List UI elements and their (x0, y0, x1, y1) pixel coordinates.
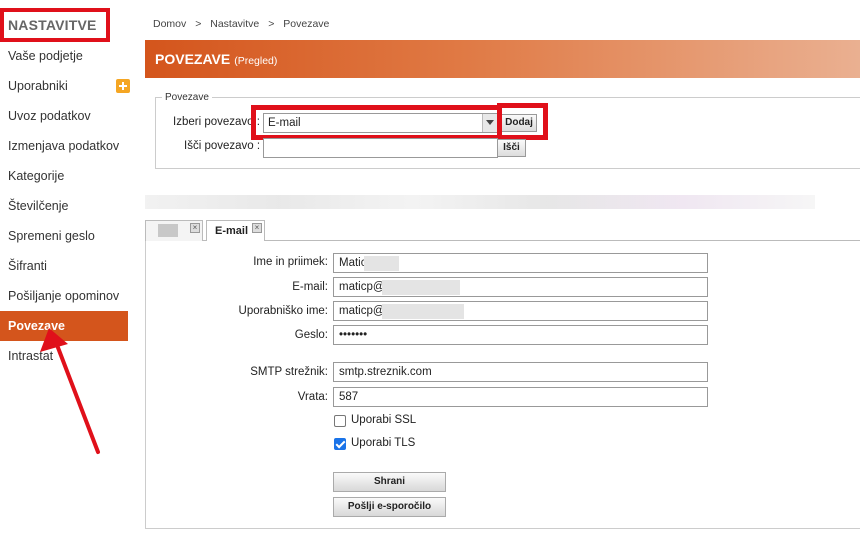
port-input[interactable]: 587 (333, 387, 708, 407)
breadcrumb: Domov > Nastavitve > Povezave (153, 18, 335, 30)
annotation-highlight-add (497, 103, 548, 140)
redacted-username (382, 304, 464, 319)
breadcrumb-settings[interactable]: Nastavitve (210, 18, 259, 30)
page-header: POVEZAVE (Pregled) (145, 40, 860, 78)
breadcrumb-home[interactable]: Domov (153, 18, 186, 30)
tab-email-label: E-mail (215, 225, 249, 237)
sidebar-item-spremeni-geslo[interactable]: Spremeni geslo (0, 221, 128, 251)
name-value: Matic (339, 257, 367, 269)
close-icon[interactable]: × (252, 223, 262, 233)
tls-checkbox[interactable] (334, 438, 346, 450)
sidebar: NASTAVITVE Vaše podjetje Uporabniki Uvoz… (0, 0, 128, 537)
smtp-input[interactable]: smtp.streznik.com (333, 362, 708, 382)
sidebar-item-povezave[interactable]: Povezave (0, 311, 128, 341)
sidebar-item-izmenjava-podatkov[interactable]: Izmenjava podatkov (0, 131, 128, 161)
search-connection-button[interactable]: Išči (497, 139, 526, 157)
email-value: maticp@ (339, 281, 385, 293)
annotation-highlight-select (251, 105, 502, 140)
select-connection-label: Izberi povezavo : (173, 116, 260, 128)
sidebar-title-box: NASTAVITVE (0, 8, 110, 42)
sidebar-item-uporabniki[interactable]: Uporabniki (0, 71, 128, 101)
page-title-text: POVEZAVE (155, 51, 231, 67)
redacted-name (364, 256, 399, 271)
redacted-email (382, 280, 460, 295)
tab-redacted-label (158, 224, 178, 237)
sidebar-item-kategorije[interactable]: Kategorije (0, 161, 128, 191)
username-value: maticp@ (339, 305, 385, 317)
tab-email[interactable]: E-mail × (206, 220, 265, 241)
password-input[interactable]: ••••••• (333, 325, 708, 345)
tab-redacted[interactable]: × (145, 220, 203, 241)
sidebar-item-intrastat[interactable]: Intrastat (0, 341, 128, 371)
send-email-button[interactable]: Pošlji e-sporočilo (333, 497, 446, 517)
sidebar-item-sifranti[interactable]: Šifranti (0, 251, 128, 281)
smtp-label: SMTP strežnik: (250, 366, 328, 378)
ssl-label: Uporabi SSL (351, 414, 417, 426)
port-value: 587 (339, 391, 359, 403)
search-connection-label: Išči povezavo : (184, 140, 261, 152)
breadcrumb-separator: > (195, 18, 202, 30)
ssl-checkbox[interactable] (334, 415, 346, 427)
close-icon[interactable]: × (190, 223, 200, 233)
breadcrumb-current: Povezave (283, 18, 330, 30)
add-user-plus-icon[interactable] (116, 79, 130, 93)
email-label: E-mail: (292, 281, 328, 293)
password-value: ••••••• (339, 329, 368, 341)
port-label: Vrata: (297, 391, 328, 403)
page-subtitle: (Pregled) (234, 55, 278, 67)
save-button[interactable]: Shrani (333, 472, 446, 492)
sidebar-title: NASTAVITVE (8, 17, 97, 33)
search-connection-input[interactable] (263, 138, 498, 158)
name-label: Ime in priimek: (253, 256, 328, 268)
breadcrumb-separator: > (268, 18, 275, 30)
redacted-strip (145, 195, 815, 209)
sidebar-item-stevilcenje[interactable]: Številčenje (0, 191, 128, 221)
username-label: Uporabniško ime: (238, 305, 328, 317)
sidebar-item-posiljanje-opominov[interactable]: Pošiljanje opominov (0, 281, 128, 311)
smtp-value: smtp.streznik.com (339, 366, 432, 378)
connections-legend: Povezave (162, 92, 212, 103)
tls-label: Uporabi TLS (351, 437, 416, 449)
page-title: POVEZAVE (Pregled) (155, 51, 277, 67)
password-label: Geslo: (294, 329, 328, 341)
sidebar-item-vase-podjetje[interactable]: Vaše podjetje (0, 41, 128, 71)
sidebar-item-uvoz-podatkov[interactable]: Uvoz podatkov (0, 101, 128, 131)
